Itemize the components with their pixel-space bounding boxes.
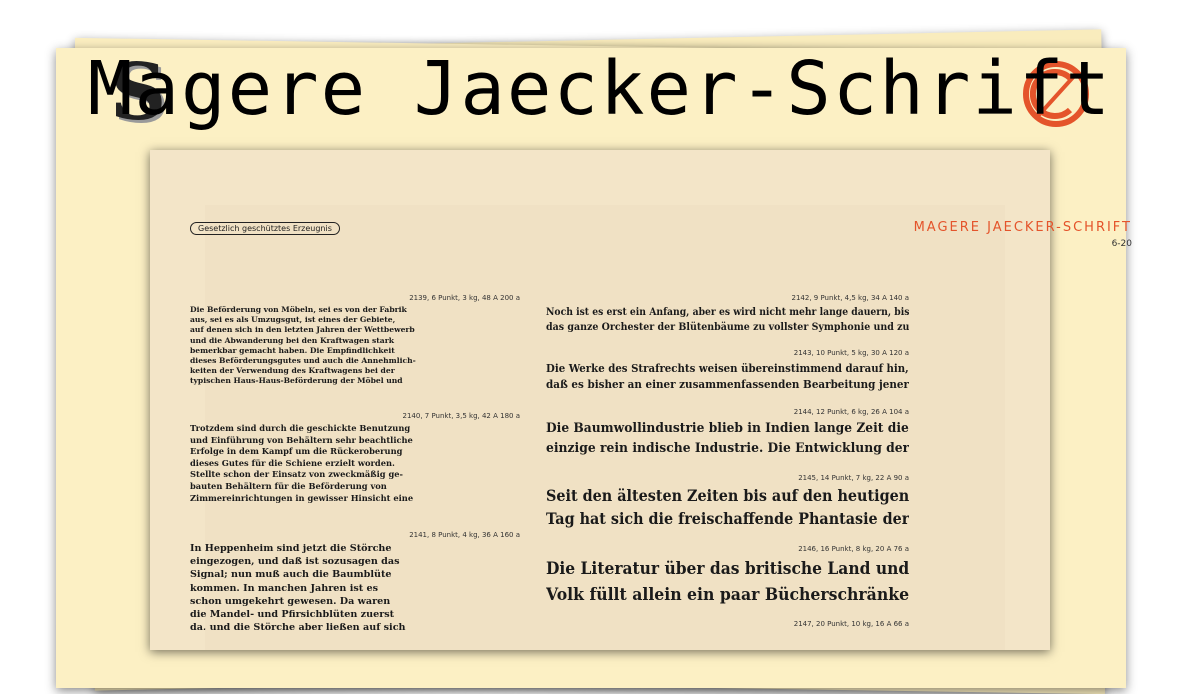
specimen-label: 2140, 7 Punkt, 3,5 kg, 42 A 180 a — [402, 412, 521, 420]
specimen-text-14pt: Seit den ältesten Zeiten bis auf den heu… — [546, 487, 909, 528]
sheet-number: 6-20 — [1111, 239, 1132, 249]
specimen-text-8pt: In Heppenheim sind jetzt die Störche ein… — [190, 543, 406, 630]
specimen-text-12pt: Die Baumwollindustrie blieb in Indien la… — [546, 421, 909, 456]
specimen-text-7pt: Trotzdem sind durch die geschickte Benut… — [190, 423, 414, 503]
specimen-label: 2144, 12 Punkt, 6 kg, 26 A 104 a — [793, 408, 909, 416]
specimen-label: 2142, 9 Punkt, 4,5 kg, 34 A 140 a — [791, 294, 910, 302]
specimen-label: 2145, 14 Punkt, 7 kg, 22 A 90 a — [798, 474, 909, 482]
specimen-label: 2147, 20 Punkt, 10 kg, 16 A 66 a — [793, 620, 909, 628]
specimen-label: 2139, 6 Punkt, 3 kg, 48 A 200 a — [409, 294, 520, 302]
specimen-text-9pt: Noch ist es erst ein Anfang, aber es wir… — [546, 306, 909, 333]
specimen-label: 2143, 10 Punkt, 5 kg, 30 A 120 a — [793, 349, 909, 357]
specimen-label: 2146, 16 Punkt, 8 kg, 20 A 76 a — [798, 545, 909, 553]
specimen-text-6pt: Die Beförderung von Möbeln, sei es von d… — [190, 305, 416, 386]
page-title: Magere Jaecker-Schrift — [87, 46, 1113, 132]
specimen-label: 2141, 8 Punkt, 4 kg, 36 A 160 a — [409, 531, 520, 539]
specimen-text-16pt: Die Literatur über das britische Land un… — [546, 559, 909, 605]
specimen-text-10pt: Die Werke des Strafrechts weisen überein… — [546, 361, 909, 391]
specimen-heading: MAGERE JAECKER-SCHRIFT — [913, 220, 1132, 235]
protected-product-badge: Gesetzlich geschütztes Erzeugnis — [190, 222, 340, 235]
